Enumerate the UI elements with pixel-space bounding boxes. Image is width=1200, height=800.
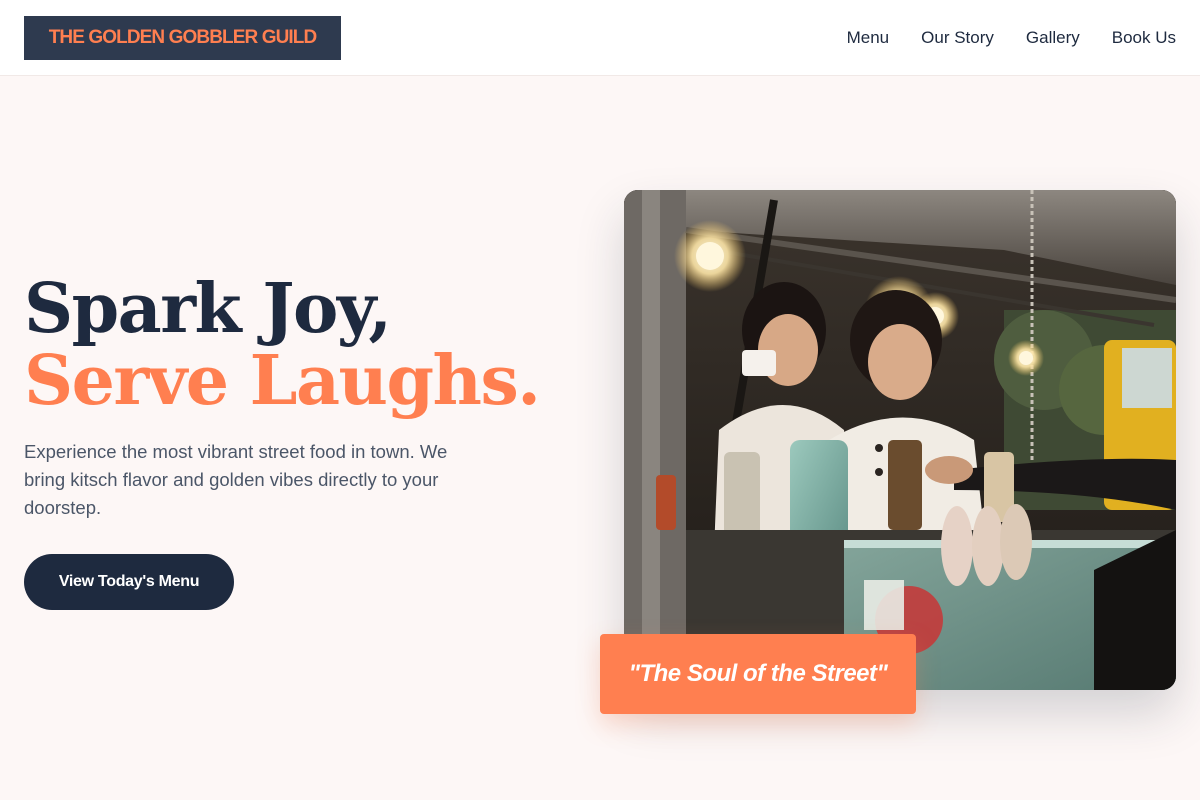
hero-subtext: Experience the most vibrant street food … [24,441,448,518]
hero-headline: Spark Joy, Serve Laughs. [24,269,541,421]
logo[interactable]: THE GOLDEN GOBBLER GUILD [24,16,341,60]
nav-link-book-us[interactable]: Book Us [1112,26,1176,50]
nav-link-our-story[interactable]: Our Story [921,26,994,50]
site-header: THE GOLDEN GOBBLER GUILD Menu Our Story … [0,0,1200,76]
logo-text: THE GOLDEN GOBBLER GUILD [48,27,318,48]
nav-link-menu[interactable]: Menu [847,26,890,50]
main-nav: Menu Our Story Gallery Book Us [847,26,1176,50]
hero-photo [624,190,1176,690]
nav-link-gallery[interactable]: Gallery [1026,26,1080,50]
quote-badge: "The Soul of the Street" [600,634,916,714]
view-menu-button[interactable]: View Today's Menu [24,554,234,610]
headline-line-1: Spark Joy, [24,269,392,349]
headline-line-2: Serve Laughs. [24,341,541,421]
quote-text: "The Soul of the Street" [628,660,888,687]
